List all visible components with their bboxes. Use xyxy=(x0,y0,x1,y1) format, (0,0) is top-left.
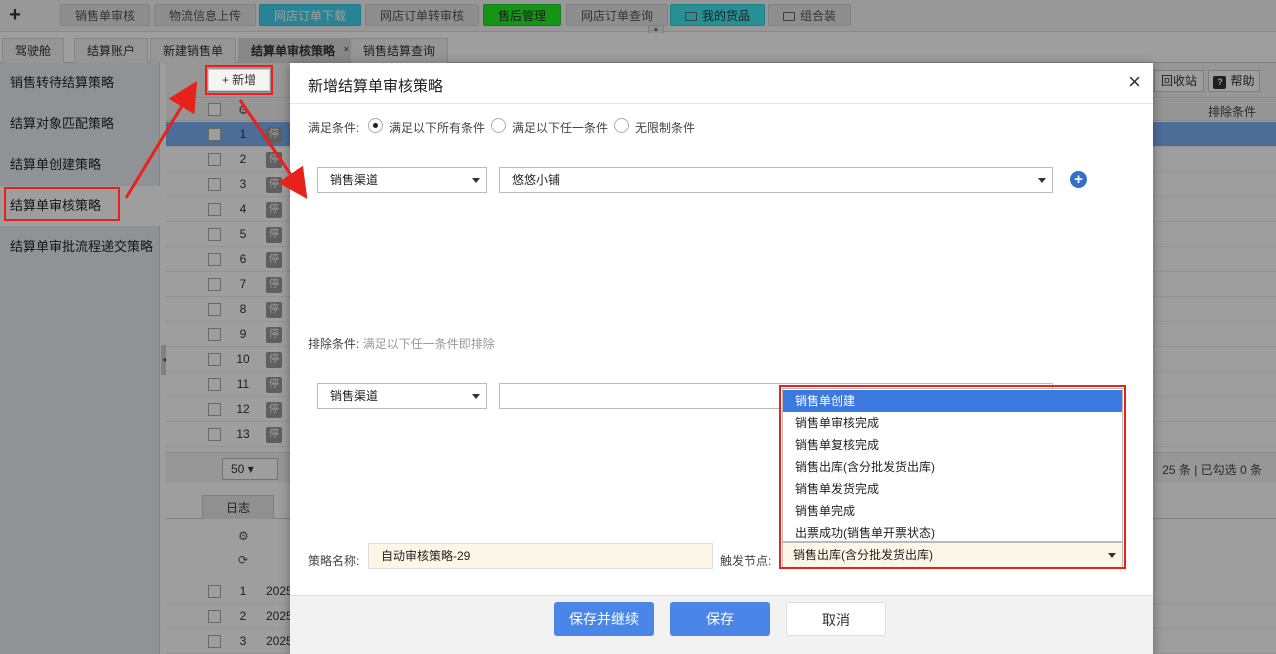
radio-all-conditions[interactable] xyxy=(368,118,383,133)
condition-field-select[interactable]: 销售渠道 xyxy=(317,167,487,193)
caret-down-icon xyxy=(472,178,480,183)
policy-name-label: 策略名称: xyxy=(308,554,360,568)
annotation-box-sidebar xyxy=(4,187,120,221)
condition-value-select[interactable]: 悠悠小铺 xyxy=(499,167,1053,193)
add-condition-icon[interactable]: + xyxy=(1070,171,1087,188)
radio-none-label[interactable]: 无限制条件 xyxy=(635,119,695,136)
radio-all-label[interactable]: 满足以下所有条件 xyxy=(389,119,485,136)
annotation-box-new xyxy=(205,65,273,95)
exclude-label: 排除条件: 满足以下任一条件即排除 xyxy=(308,337,495,351)
caret-down-icon xyxy=(472,394,480,399)
new-policy-dialog: 新增结算单审核策略 × 满足条件: 满足以下所有条件 满足以下任一条件 无限制条… xyxy=(290,63,1153,654)
radio-any-label[interactable]: 满足以下任一条件 xyxy=(512,119,608,136)
cancel-button[interactable]: 取消 xyxy=(786,602,886,636)
policy-name-input[interactable]: 自动审核策略-29 xyxy=(368,543,713,569)
trigger-label: 触发节点: xyxy=(720,554,772,568)
save-continue-button[interactable]: 保存并继续 xyxy=(554,602,654,636)
radio-any-condition[interactable] xyxy=(491,118,506,133)
caret-down-icon xyxy=(1038,178,1046,183)
dialog-title: 新增结算单审核策略 xyxy=(308,78,444,95)
close-icon[interactable]: × xyxy=(1128,71,1141,93)
exclude-field-select[interactable]: 销售渠道 xyxy=(317,383,487,409)
save-button[interactable]: 保存 xyxy=(670,602,770,636)
divider xyxy=(290,103,1153,104)
condition-label: 满足条件: xyxy=(308,121,360,135)
dialog-footer: 保存并继续 保存 取消 xyxy=(290,595,1153,654)
annotation-box-dropdown xyxy=(779,385,1126,569)
radio-no-condition[interactable] xyxy=(614,118,629,133)
